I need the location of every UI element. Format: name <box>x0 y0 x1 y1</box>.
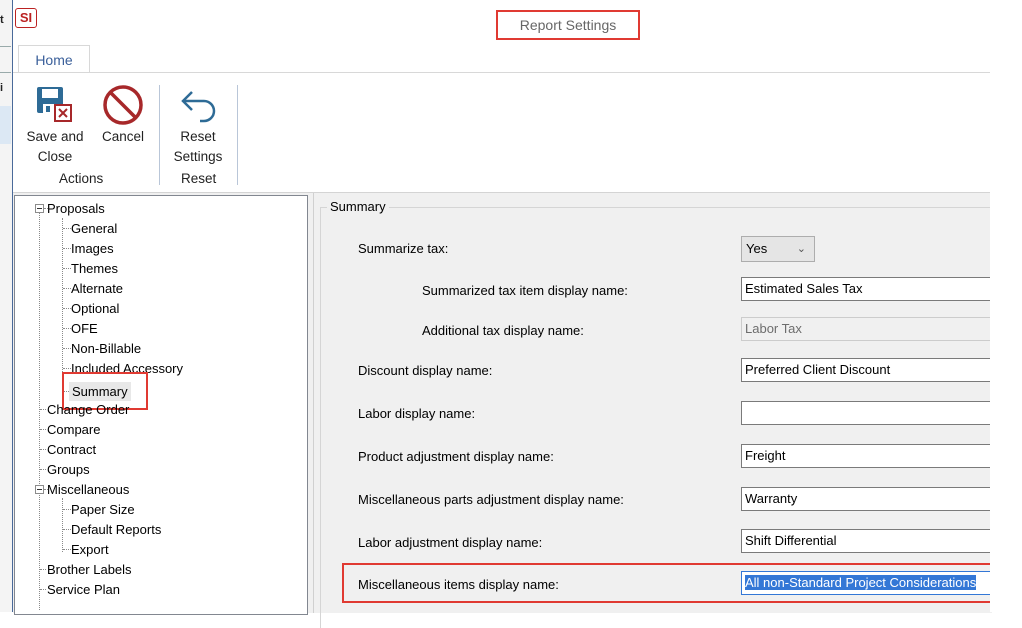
tree-connector <box>62 498 63 552</box>
ribbon: Save and Close Cancel Actions Reset Sett… <box>13 72 991 191</box>
collapse-proposals-icon[interactable] <box>35 204 44 213</box>
tree-item-change-order[interactable]: Change Order <box>47 400 129 419</box>
tree-item-default-reports[interactable]: Default Reports <box>71 520 161 539</box>
misc-parts-adjustment-label: Miscellaneous parts adjustment display n… <box>358 492 624 507</box>
tab-home[interactable]: Home <box>18 45 90 73</box>
misc-items-input[interactable]: All non-Standard Project Considerations <box>741 571 1003 595</box>
tree-item-contract[interactable]: Contract <box>47 440 96 459</box>
tree-connector <box>63 348 71 349</box>
product-adjustment-label: Product adjustment display name: <box>358 449 554 464</box>
app-logo-icon: SI <box>15 8 37 28</box>
tree-connector <box>63 328 71 329</box>
undo-arrow-icon <box>181 91 216 123</box>
tree-connector <box>40 429 46 430</box>
cancel-icon <box>103 85 143 125</box>
report-settings-window: SI Report Settings Home Save and Close C… <box>12 0 1021 628</box>
labor-adjustment-label: Labor adjustment display name: <box>358 535 543 550</box>
tree-connector <box>40 569 46 570</box>
tree-connector <box>40 449 46 450</box>
tree-item-groups[interactable]: Groups <box>47 460 90 479</box>
tree-connector <box>40 469 46 470</box>
background-text: i <box>0 82 4 94</box>
tree-connector <box>62 218 63 392</box>
labor-input[interactable] <box>741 401 1003 425</box>
settings-tree[interactable]: Proposals General Images Themes Alternat… <box>14 195 308 615</box>
tree-item-compare[interactable]: Compare <box>47 420 100 439</box>
summary-groupbox-title: Summary <box>327 199 389 214</box>
product-adjustment-input[interactable]: Freight <box>741 444 1003 468</box>
tree-connector <box>63 509 71 510</box>
save-and-close-label: Save and <box>26 129 84 144</box>
save-close-icon <box>37 87 72 122</box>
labor-adjustment-input[interactable]: Shift Differential <box>741 529 1003 553</box>
reset-settings-label-2: Settings <box>173 149 223 164</box>
tree-connector <box>63 549 71 550</box>
save-and-close-label-2: Close <box>37 149 73 164</box>
misc-items-selected-text: All non-Standard Project Considerations <box>745 575 977 590</box>
tree-connector <box>63 308 71 309</box>
ribbon-separator <box>237 85 238 185</box>
summarize-tax-dropdown[interactable]: Yes ⌄ <box>741 236 815 262</box>
chevron-down-icon: ⌄ <box>796 243 806 255</box>
misc-parts-adjustment-input[interactable]: Warranty <box>741 487 1003 511</box>
background-text: t <box>0 14 4 26</box>
tree-item-miscellaneous[interactable]: Miscellaneous <box>47 480 129 499</box>
misc-items-label: Miscellaneous items display name: <box>358 577 559 592</box>
additional-tax-label: Additional tax display name: <box>422 323 584 338</box>
tree-connector <box>40 409 46 410</box>
tree-item-brother-labels[interactable]: Brother Labels <box>47 560 132 579</box>
tree-item-optional[interactable]: Optional <box>71 299 119 318</box>
summarize-tax-label: Summarize tax: <box>358 241 449 256</box>
summarize-tax-value: Yes <box>746 241 768 256</box>
discount-input[interactable]: Preferred Client Discount <box>741 358 1003 382</box>
tree-item-paper-size[interactable]: Paper Size <box>71 500 135 519</box>
summarized-tax-item-label: Summarized tax item display name: <box>422 283 628 298</box>
additional-tax-input: Labor Tax <box>741 317 1003 341</box>
reset-settings-button[interactable]: Reset Settings <box>165 79 231 167</box>
ribbon-separator <box>159 85 160 185</box>
tree-connector <box>63 268 71 269</box>
tree-connector <box>63 228 71 229</box>
title-bar: SI Report Settings <box>13 0 991 44</box>
tree-item-images[interactable]: Images <box>71 239 114 258</box>
tree-connector <box>39 210 40 610</box>
reset-group-label: Reset <box>181 171 217 186</box>
tree-connector <box>63 368 71 369</box>
window-title: Report Settings <box>496 10 640 40</box>
divider <box>0 72 11 73</box>
tree-item-proposals[interactable]: Proposals <box>47 199 105 218</box>
cancel-button[interactable]: Cancel <box>95 79 151 147</box>
tree-connector <box>63 248 71 249</box>
tree-item-service-plan[interactable]: Service Plan <box>47 580 120 599</box>
collapse-miscellaneous-icon[interactable] <box>35 485 44 494</box>
tree-item-alternate[interactable]: Alternate <box>71 279 123 298</box>
tree-item-themes[interactable]: Themes <box>71 259 118 278</box>
tree-item-non-billable[interactable]: Non-Billable <box>71 339 141 358</box>
discount-label: Discount display name: <box>358 363 493 378</box>
tree-connector <box>40 589 46 590</box>
tree-connector <box>63 529 71 530</box>
background-selection <box>0 106 11 144</box>
reset-settings-label: Reset <box>180 129 216 144</box>
divider <box>0 46 11 47</box>
actions-group-label: Actions <box>59 171 104 186</box>
summarized-tax-item-input[interactable]: Estimated Sales Tax <box>741 277 1003 301</box>
labor-label: Labor display name: <box>358 406 476 421</box>
cancel-label: Cancel <box>101 129 145 144</box>
tree-item-ofe[interactable]: OFE <box>71 319 98 338</box>
tree-item-export[interactable]: Export <box>71 540 109 559</box>
tree-connector <box>63 288 71 289</box>
save-and-close-button[interactable]: Save and Close <box>19 79 91 167</box>
background-window-strip: t i <box>0 0 12 612</box>
summary-settings-panel: Summary Summarize tax: Yes ⌄ Summarized … <box>313 193 1021 628</box>
tree-item-general[interactable]: General <box>71 219 117 238</box>
cropped-area <box>990 0 1022 612</box>
settings-body: Proposals General Images Themes Alternat… <box>13 192 1021 628</box>
